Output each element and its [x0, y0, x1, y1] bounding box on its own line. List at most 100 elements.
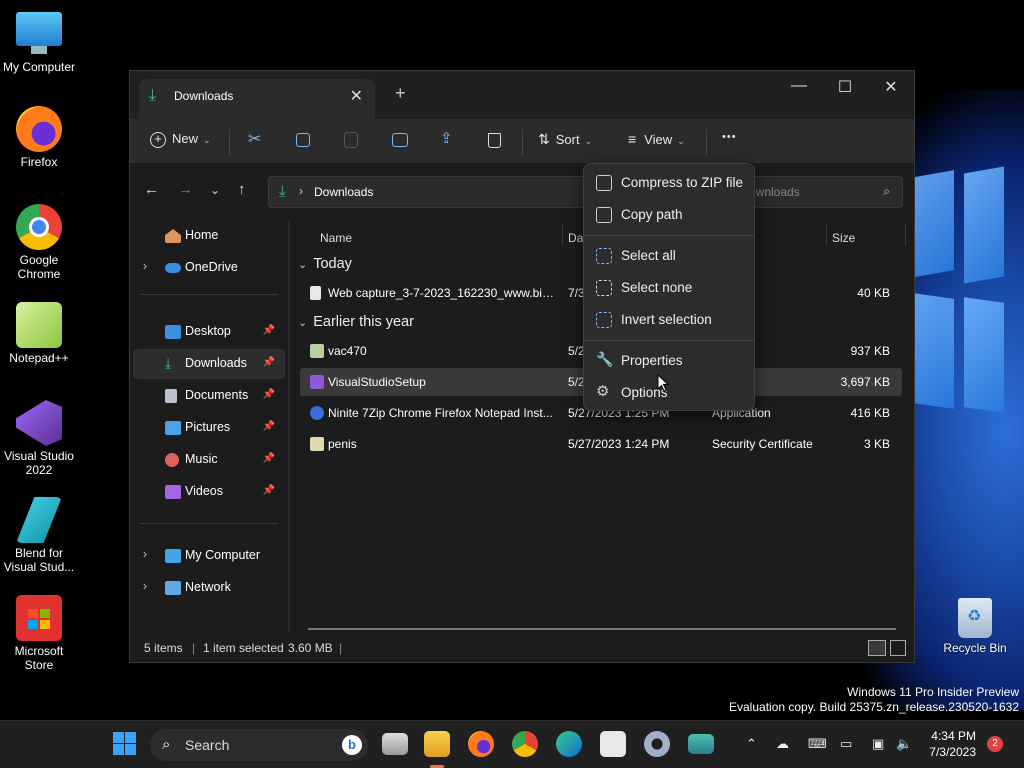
- desktop-icon-my-computer[interactable]: My Computer: [0, 10, 78, 74]
- menu-item-invert-selection[interactable]: Invert selection: [588, 305, 752, 335]
- group-earlier-this-year[interactable]: ⌄ Earlier this year: [298, 314, 414, 330]
- sidebar-item-onedrive[interactable]: › OneDrive: [133, 253, 285, 283]
- copy-icon[interactable]: [296, 133, 310, 147]
- desktop-icon-recycle-bin[interactable]: ♻ Recycle Bin: [938, 598, 1012, 655]
- address-bar[interactable]: ⤓ › Downloads: [268, 176, 588, 208]
- sidebar-item-videos[interactable]: Videos 📌: [133, 477, 285, 507]
- desktop-icon-label: Firefox: [20, 155, 58, 169]
- forward-icon[interactable]: →: [178, 181, 193, 198]
- sidebar-item-network[interactable]: › Network: [133, 573, 285, 603]
- desktop-icon-store[interactable]: Microsoft Store: [0, 595, 78, 672]
- new-tab-button[interactable]: +: [395, 83, 406, 104]
- remote-desktop-icon[interactable]: [688, 734, 714, 754]
- column-header-date[interactable]: Da: [568, 231, 583, 245]
- tab-downloads[interactable]: ⤓ Downloads ✕: [139, 79, 375, 119]
- table-row[interactable]: penis 5/27/2023 1:24 PM Security Certifi…: [300, 430, 902, 458]
- sidebar-item-music[interactable]: Music 📌: [133, 445, 285, 475]
- desktop-icon-firefox[interactable]: Firefox: [0, 106, 78, 169]
- share-icon[interactable]: ⇪: [440, 129, 453, 147]
- back-icon[interactable]: ←: [144, 181, 159, 198]
- pin-icon[interactable]: 📌: [263, 389, 275, 400]
- sidebar-item-documents[interactable]: Documents 📌: [133, 381, 285, 411]
- certificate-icon: [310, 437, 324, 451]
- network-icon[interactable]: ▣: [872, 736, 884, 752]
- menu-item-properties[interactable]: 🔧 Properties: [588, 346, 752, 376]
- column-separator[interactable]: [826, 224, 827, 246]
- menu-item-copy-path[interactable]: Copy path: [588, 200, 752, 230]
- sidebar-divider: [140, 523, 278, 524]
- new-button[interactable]: + New ⌄: [150, 131, 211, 148]
- sidebar-item-downloads[interactable]: ⤓ Downloads 📌: [133, 349, 285, 379]
- task-view-icon[interactable]: [382, 733, 408, 755]
- sidebar-label: Documents: [185, 388, 249, 402]
- status-separator: |: [192, 641, 196, 655]
- paste-icon[interactable]: [344, 132, 358, 148]
- column-separator[interactable]: [562, 224, 563, 246]
- group-today[interactable]: ⌄ Today: [298, 256, 352, 272]
- sidebar-item-home[interactable]: Home: [133, 221, 285, 251]
- address-row: ← → ⌄ ↑ ⤓ › Downloads ownloads ⌕: [130, 164, 914, 221]
- column-header-name[interactable]: Name: [320, 231, 352, 245]
- volume-icon[interactable]: 🔈: [896, 736, 912, 752]
- maximize-button[interactable]: ☐: [822, 77, 868, 97]
- notification-badge[interactable]: 2: [987, 736, 1003, 752]
- onedrive-offline-icon[interactable]: ☁: [776, 736, 789, 752]
- sort-button[interactable]: ⇅ Sort ⌄: [538, 131, 592, 148]
- menu-item-select-none[interactable]: Select none: [588, 273, 752, 303]
- toolbar-separator: [522, 129, 523, 155]
- column-header-size[interactable]: Size: [832, 231, 855, 245]
- pin-icon[interactable]: 📌: [263, 325, 275, 336]
- store-icon[interactable]: [600, 731, 626, 757]
- new-label: New: [172, 131, 199, 146]
- chevron-up-icon[interactable]: ⌃: [746, 736, 757, 752]
- chrome-icon[interactable]: [512, 731, 538, 757]
- view-button[interactable]: ≡ View ⌄: [628, 131, 685, 147]
- desktop-icon-visual-studio[interactable]: Visual Studio 2022: [0, 400, 78, 477]
- delete-icon[interactable]: [488, 133, 501, 148]
- desktop-icon-notepadpp[interactable]: Notepad++: [0, 302, 78, 365]
- clock[interactable]: 4:34 PM 7/3/2023: [929, 728, 976, 760]
- taskbar-search[interactable]: ⌕ Search b: [150, 729, 368, 761]
- settings-gear-icon[interactable]: [644, 731, 670, 757]
- application-file-icon: [310, 344, 324, 358]
- display-icon[interactable]: ▭: [840, 736, 852, 752]
- menu-item-compress-zip[interactable]: Compress to ZIP file: [588, 168, 752, 198]
- pin-icon[interactable]: 📌: [263, 357, 275, 368]
- firefox-icon[interactable]: [468, 731, 494, 757]
- more-options-button[interactable]: •••: [722, 131, 737, 143]
- pin-icon[interactable]: 📌: [263, 453, 275, 464]
- column-separator[interactable]: [905, 224, 906, 246]
- details-view-icon[interactable]: [868, 640, 886, 656]
- sidebar-item-my-computer[interactable]: › My Computer: [133, 541, 285, 571]
- menu-item-options[interactable]: ⚙ Options: [588, 378, 752, 408]
- tiles-view-icon[interactable]: [890, 640, 906, 656]
- desktop-icon-blend[interactable]: Blend for Visual Stud...: [0, 497, 78, 574]
- sidebar-label: Desktop: [185, 324, 231, 338]
- rename-icon[interactable]: [392, 133, 408, 147]
- recent-locations-icon[interactable]: ⌄: [210, 183, 220, 197]
- pin-icon[interactable]: 📌: [263, 485, 275, 496]
- bing-icon: b: [342, 735, 362, 755]
- sidebar-item-pictures[interactable]: Pictures 📌: [133, 413, 285, 443]
- menu-item-select-all[interactable]: Select all: [588, 241, 752, 271]
- group-label: Earlier this year: [313, 314, 414, 330]
- copy-path-icon: [596, 207, 612, 223]
- sidebar-item-desktop[interactable]: Desktop 📌: [133, 317, 285, 347]
- file-name: penis: [328, 437, 357, 451]
- up-icon[interactable]: ↑: [238, 181, 246, 198]
- start-button[interactable]: [112, 731, 138, 757]
- desktop-icon-chrome[interactable]: Google Chrome: [0, 204, 78, 281]
- cut-icon[interactable]: ✂: [248, 129, 261, 149]
- gear-icon: ⚙: [596, 383, 610, 400]
- file-explorer-icon[interactable]: [424, 731, 450, 757]
- close-window-button[interactable]: ✕: [868, 77, 914, 97]
- minimize-button[interactable]: —: [776, 77, 822, 95]
- keyboard-icon[interactable]: ⌨: [808, 736, 827, 752]
- close-tab-icon[interactable]: ✕: [350, 86, 363, 106]
- edge-icon[interactable]: [556, 731, 582, 757]
- horizontal-scrollbar[interactable]: [308, 628, 896, 630]
- monitor-stand: [31, 46, 47, 54]
- pin-icon[interactable]: 📌: [263, 421, 275, 432]
- watermark-line: Windows 11 Pro Insider Preview: [847, 685, 1019, 699]
- navigation-pane: Home › OneDrive Desktop 📌 ⤓ Downloads 📌 …: [130, 221, 288, 633]
